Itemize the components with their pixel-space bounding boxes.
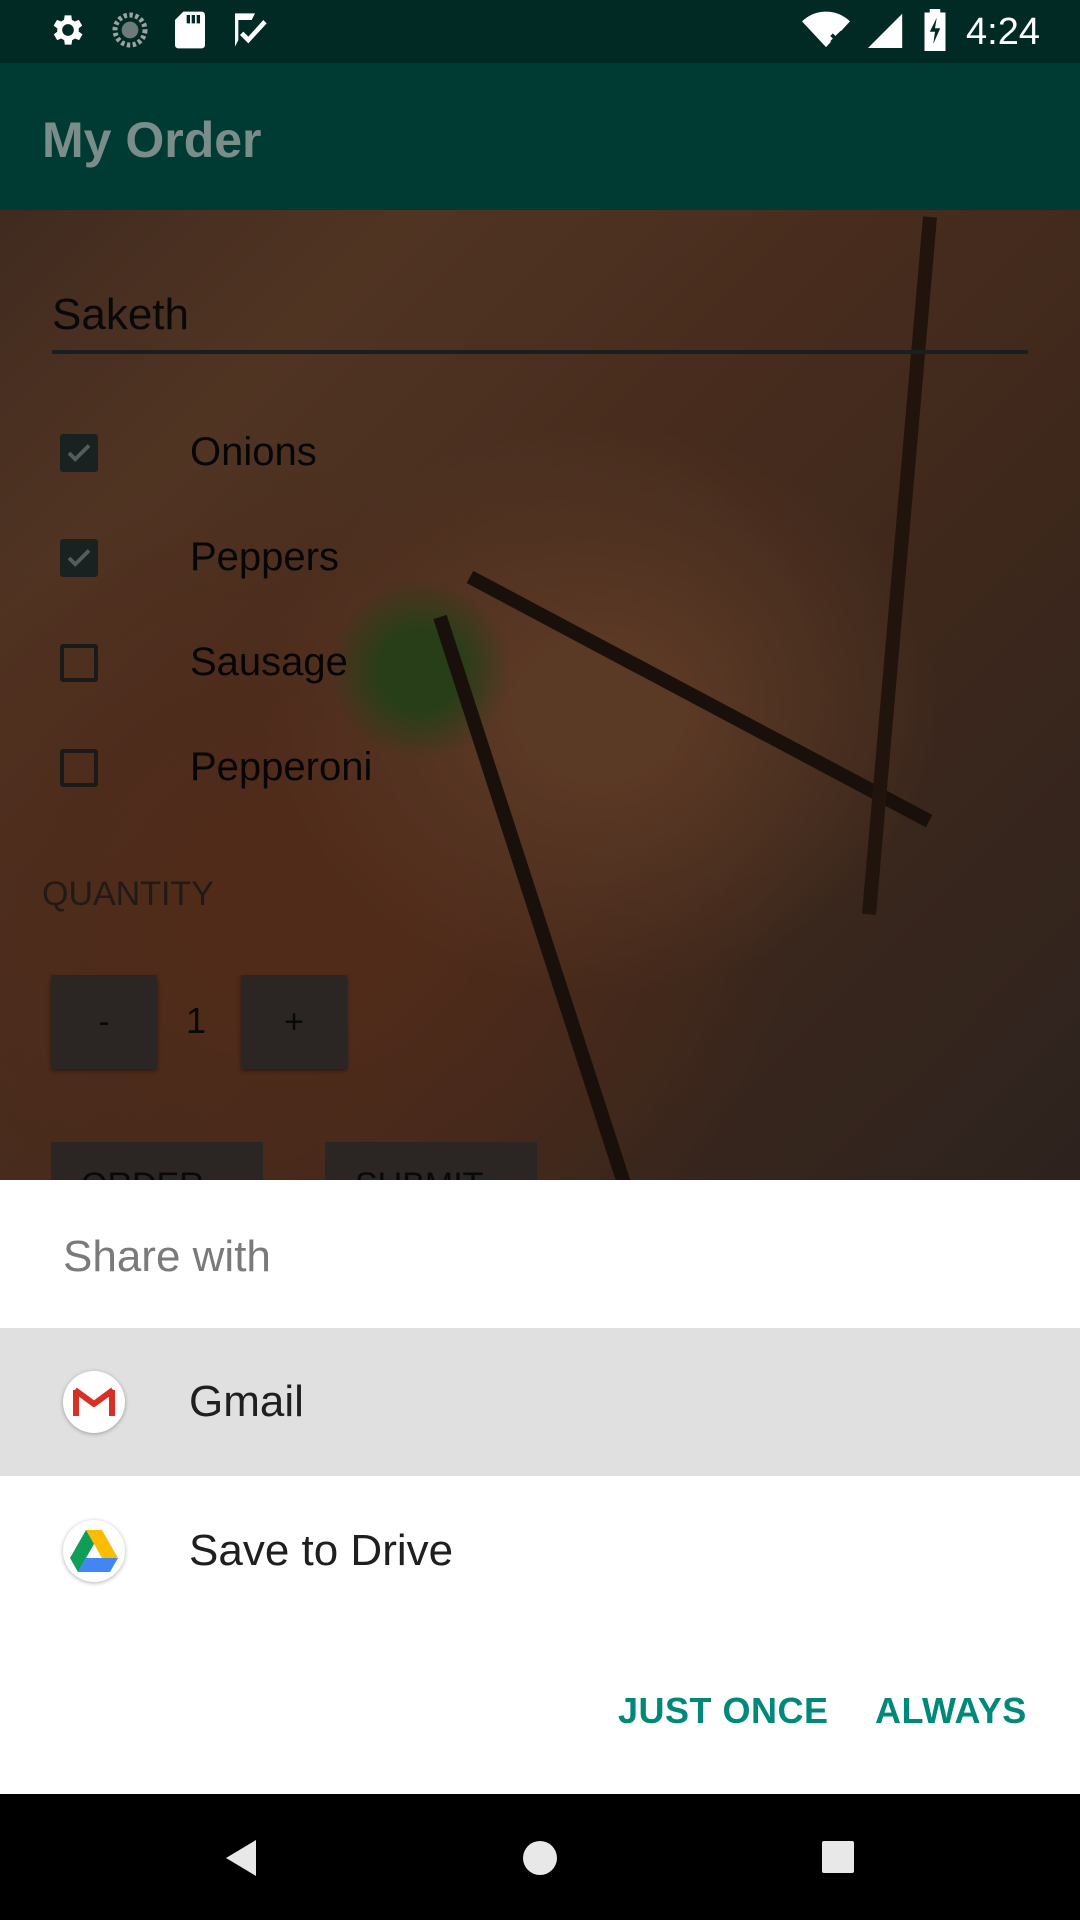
always-button[interactable]: ALWAYS (875, 1690, 1027, 1732)
order-form: Saketh Onions Peppers Sausage Pepperoni … (0, 210, 1080, 1180)
clock: 4:24 (966, 10, 1040, 53)
app-title: My Order (42, 112, 262, 168)
share-option-drive[interactable]: Save to Drive (0, 1477, 1080, 1625)
settings-icon (48, 10, 88, 55)
sd-card-icon (172, 10, 208, 55)
share-sheet-title: Share with (63, 1232, 271, 1281)
back-icon[interactable] (222, 1838, 260, 1883)
wifi-icon (802, 10, 851, 55)
share-sheet: Share with Gmail Save to Drive JUST ONCE… (0, 1180, 1080, 1794)
navigation-bar (0, 1794, 1080, 1920)
app-bar: My Order (0, 63, 1080, 210)
share-option-label: Save to Drive (189, 1526, 454, 1575)
share-option-label: Gmail (189, 1377, 304, 1426)
home-icon[interactable] (521, 1839, 559, 1882)
sync-icon (110, 10, 150, 55)
signal-icon (868, 10, 904, 55)
share-option-gmail[interactable]: Gmail (0, 1328, 1080, 1476)
drive-icon (63, 1520, 125, 1582)
dialog-scrim[interactable] (0, 210, 1080, 1180)
gmail-icon (63, 1371, 125, 1433)
battery-icon (922, 8, 948, 56)
just-once-button[interactable]: JUST ONCE (618, 1690, 829, 1732)
status-bar: 4:24 (0, 0, 1080, 63)
recents-icon[interactable] (821, 1840, 855, 1879)
checklist-icon (230, 10, 270, 55)
